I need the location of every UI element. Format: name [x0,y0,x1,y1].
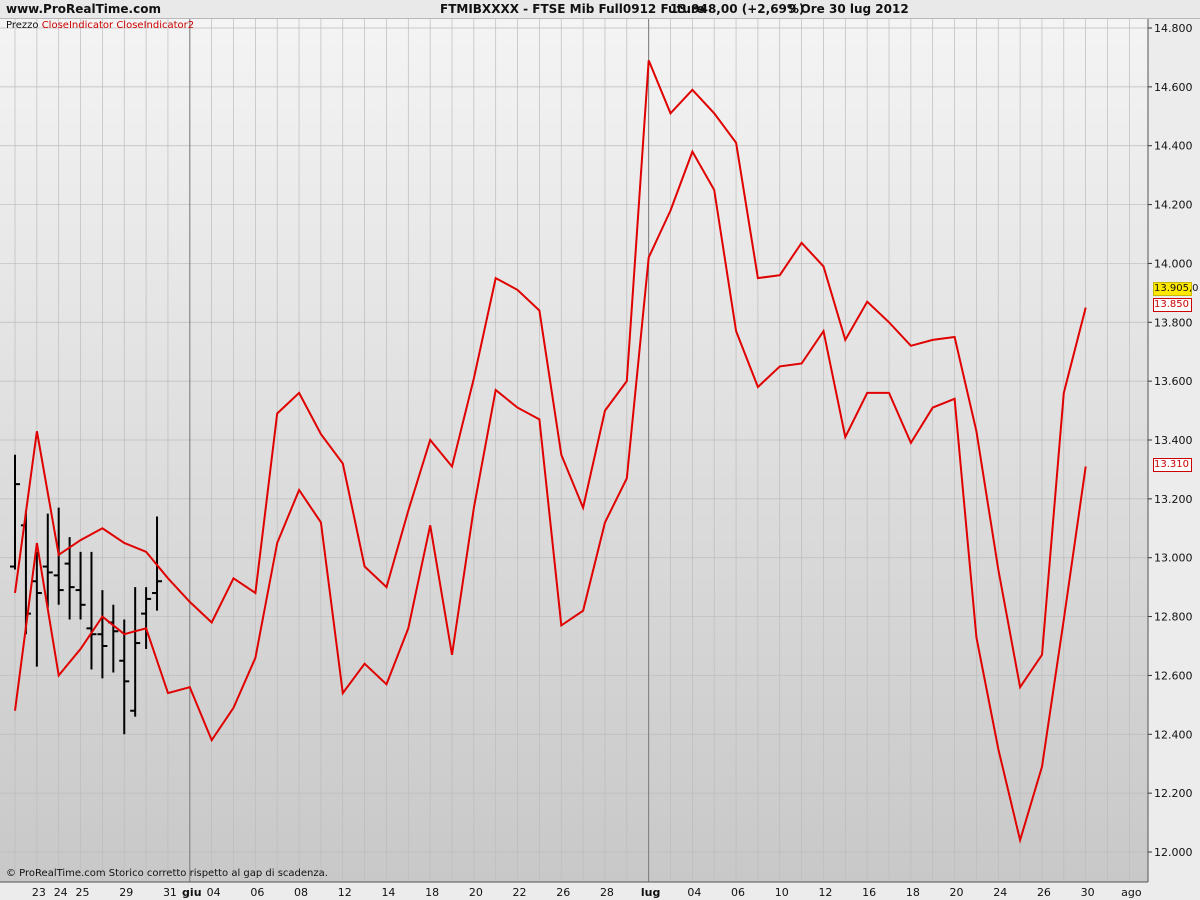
x-tick-label: 06 [731,886,745,899]
x-tick-label: 18 [906,886,920,899]
upper-indicator-tag: 13.850 [1153,298,1192,312]
x-tick-label: 23 [32,886,46,899]
x-tick-label: 31 [163,886,177,899]
x-tick-label: 18 [425,886,439,899]
price-chart[interactable]: 12.000 12.200 12.400 12.600 12.800 13.000 13.2… [0,0,1200,900]
plot-background [0,18,1148,882]
y-tick-label: 13.800 [1154,316,1193,329]
x-tick-label: 30 [1081,886,1095,899]
legend-price[interactable]: Prezzo [6,20,39,31]
period-label: 9 Ore 30 lug 2012 [788,2,909,16]
x-tick-label: 24 [993,886,1007,899]
x-axis: 23 24 25 29 31 giu 04 06 08 12 14 18 20 22 26 28 lug 04 06… [0,881,1200,900]
price-change: 13.948,00 (+2,69%) [670,2,805,16]
y-tick-label: 14.200 [1154,199,1193,212]
header-bar: www.ProRealTime.com FTMIBXXXX - FTSE Mib… [0,0,1200,19]
x-tick-label: 24 [54,886,68,899]
x-tick-label: 12 [818,886,832,899]
x-tick-label: 20 [950,886,964,899]
x-tick-label: 10 [775,886,789,899]
y-axis: 12.000 12.200 12.400 12.600 12.800 13.000 13.2… [1147,18,1200,882]
lower-indicator-tag: 13.310 [1153,458,1192,472]
y-tick-label: 13.200 [1154,493,1193,506]
x-tick-label: 06 [250,886,264,899]
x-tick-label: 22 [513,886,527,899]
x-tick-label: 26 [1037,886,1051,899]
x-tick-label: 25 [76,886,90,899]
x-tick-label: 04 [687,886,701,899]
y-tick-label: 13.400 [1154,434,1193,447]
x-tick-label: 26 [556,886,570,899]
y-tick-label: 14.800 [1154,22,1193,35]
x-tick-label: 04 [207,886,221,899]
y-tick-label: 13.600 [1154,375,1193,388]
instrument-title: FTMIBXXXX - FTSE Mib Full0912 Future [440,2,705,16]
y-tick-label: 12.000 [1154,846,1193,859]
y-tick-label: 12.400 [1154,728,1193,741]
x-tick-label: lug [641,886,660,899]
x-tick-label: ago [1121,886,1142,899]
y-tick-label: 13.000 [1154,552,1193,565]
x-tick-label: 20 [469,886,483,899]
y-tick-label: 14.600 [1154,81,1193,94]
x-tick-label: 12 [338,886,352,899]
copyright-note: © ProRealTime.com Storico corretto rispe… [6,868,328,879]
x-tick-label: giu [182,886,201,899]
x-tick-label: 28 [600,886,614,899]
y-tick-label: 12.200 [1154,787,1193,800]
legend-indicator-2[interactable]: CloseIndicator2 [116,20,194,31]
x-tick-label: 08 [294,886,308,899]
last-price-tag: 13.905,0 [1153,282,1199,296]
x-tick-label: 29 [119,886,133,899]
y-tick-label: 12.600 [1154,669,1193,682]
chart-window: 12.000 12.200 12.400 12.600 12.800 13.000 13.2… [0,0,1200,900]
legend: Prezzo CloseIndicator CloseIndicator2 [6,20,194,31]
x-tick-label: 16 [862,886,876,899]
brand-label[interactable]: www.ProRealTime.com [6,2,161,16]
y-tick-label: 12.800 [1154,611,1193,624]
y-tick-label: 14.400 [1154,140,1193,153]
legend-indicator-1[interactable]: CloseIndicator [42,20,113,31]
x-tick-label: 14 [381,886,395,899]
y-tick-label: 14.000 [1154,257,1193,270]
